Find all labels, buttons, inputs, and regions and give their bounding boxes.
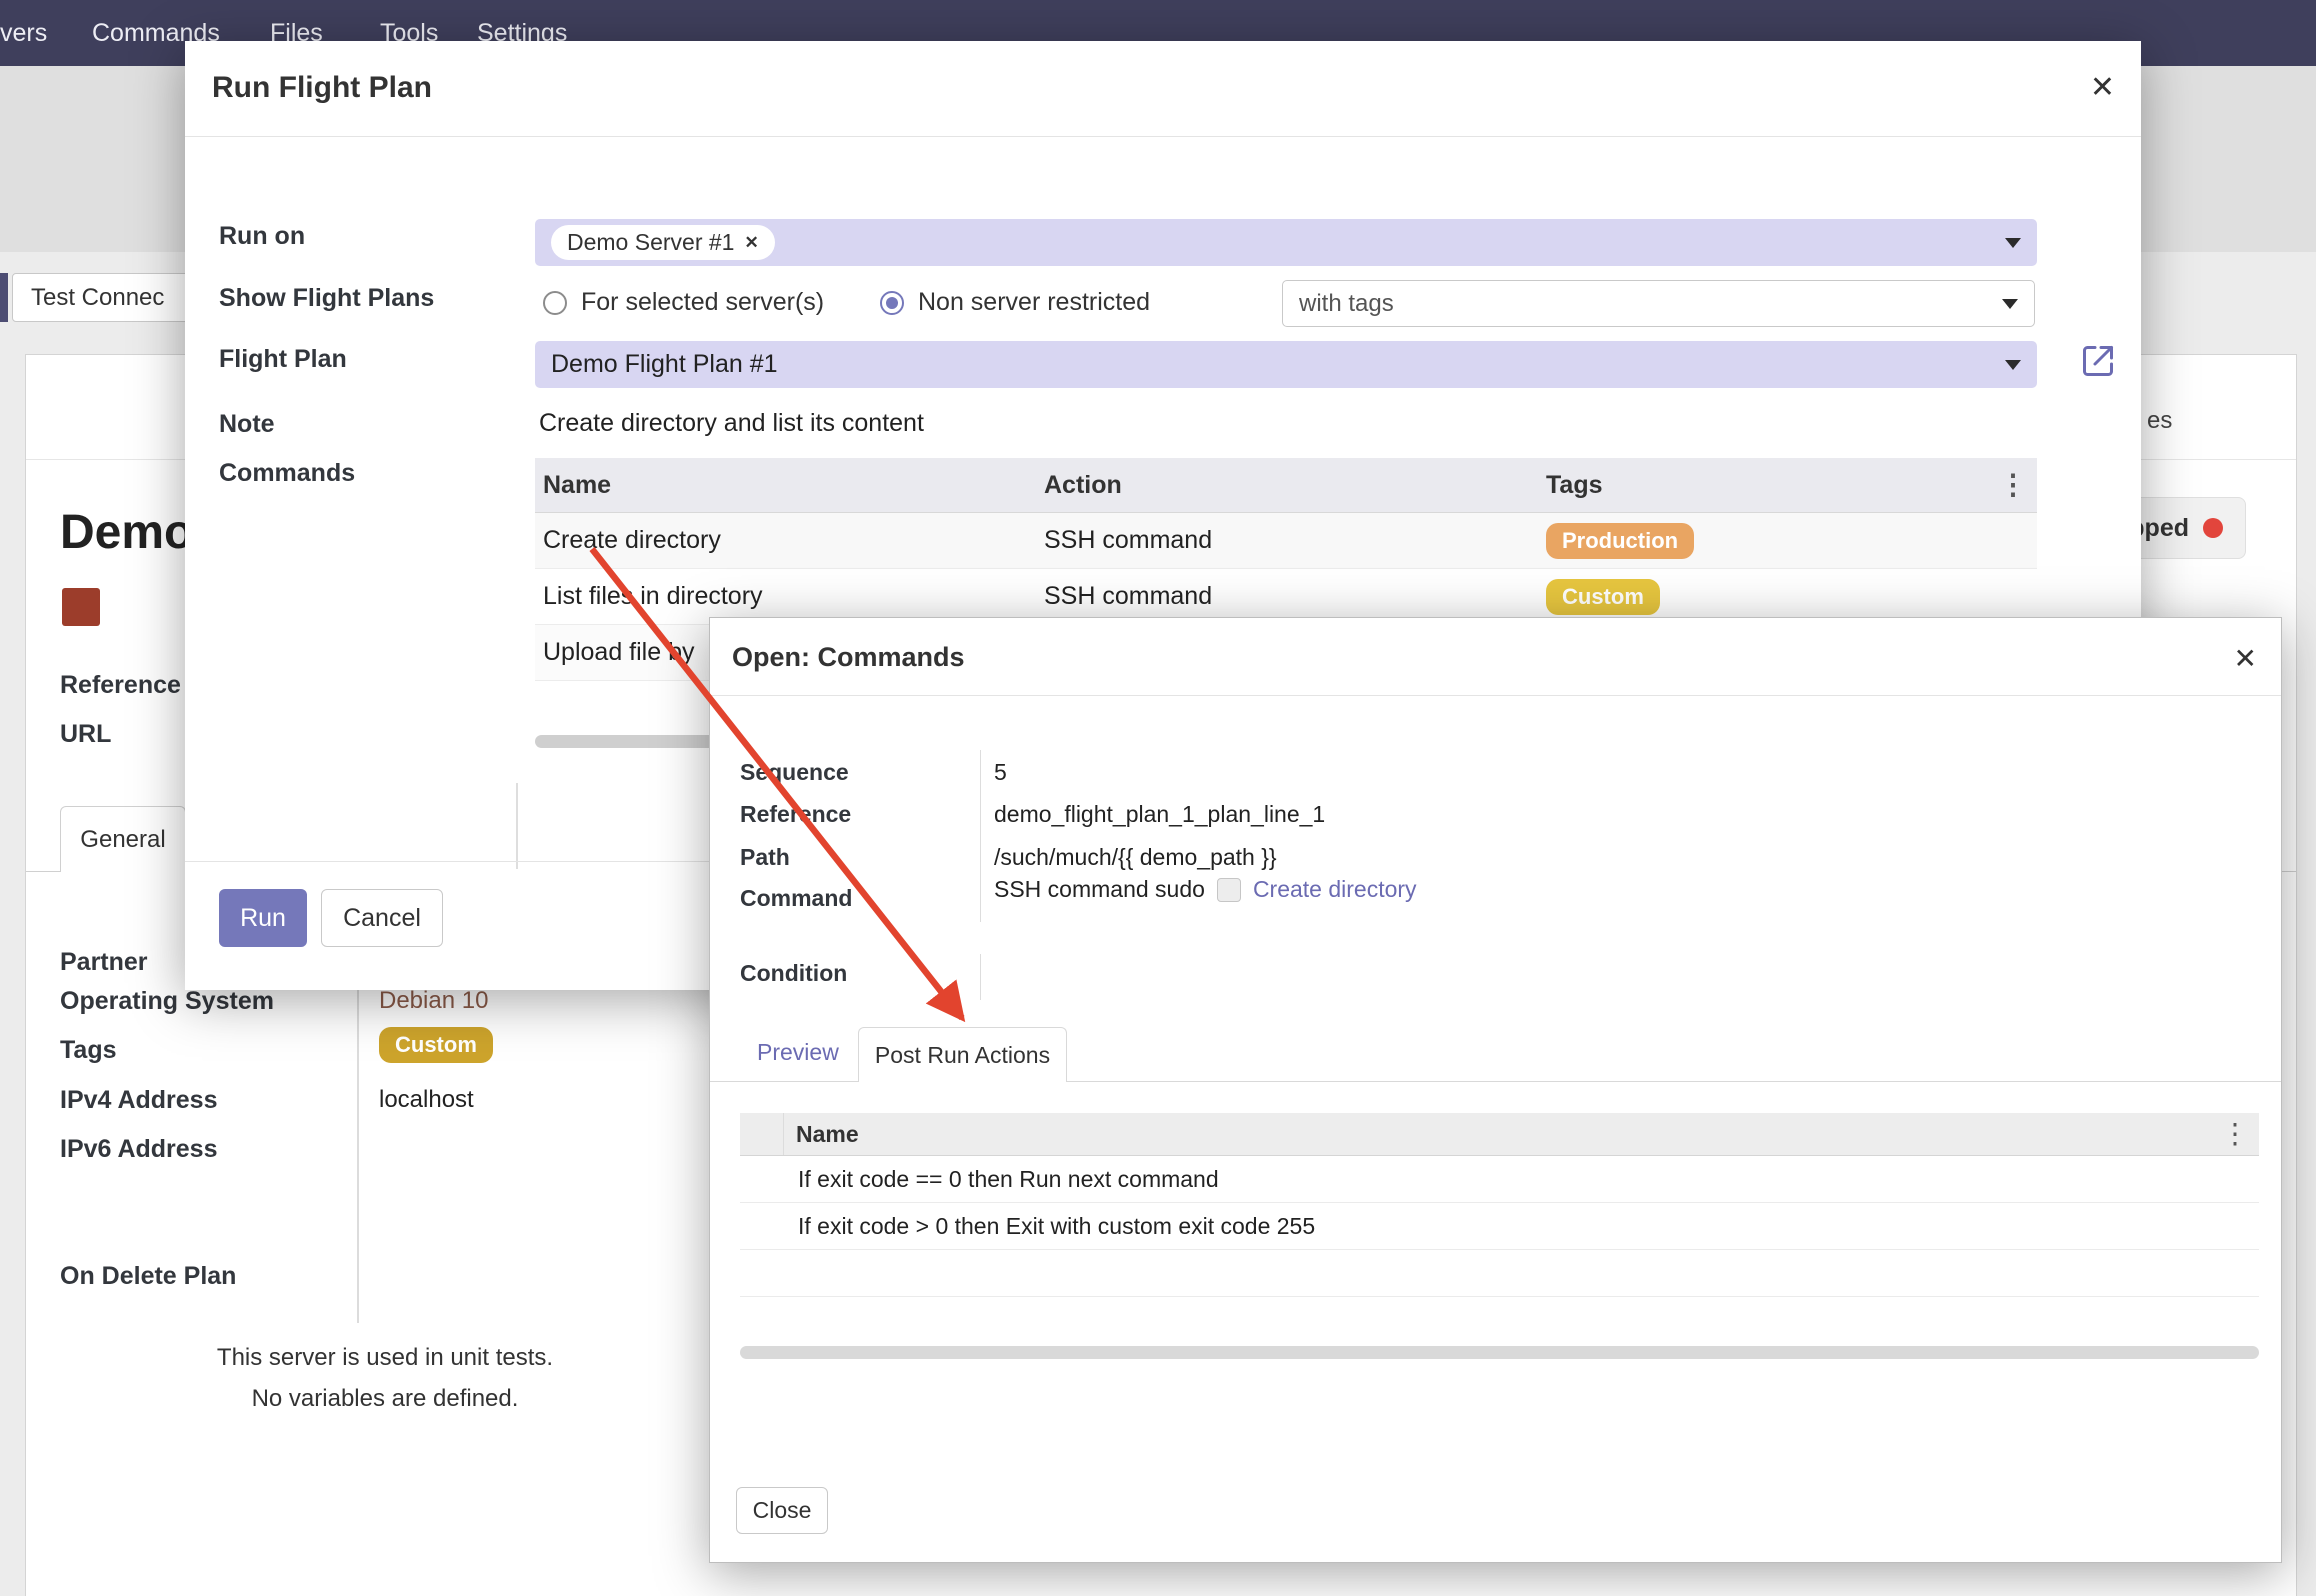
label-note: Note bbox=[219, 410, 275, 439]
col-header-name[interactable]: Name bbox=[784, 1121, 859, 1148]
radio-label-non-server-restricted[interactable]: Non server restricted bbox=[918, 288, 1150, 317]
field-label-operating-system: Operating System bbox=[60, 987, 274, 1016]
label-run-on: Run on bbox=[219, 222, 305, 251]
label-show-flight-plans: Show Flight Plans bbox=[219, 284, 434, 313]
modal-header-divider bbox=[185, 136, 2141, 137]
server-tag-badge[interactable]: Custom bbox=[379, 1027, 493, 1063]
cell-name: Create directory bbox=[535, 526, 1044, 555]
with-tags-select[interactable]: with tags bbox=[1282, 280, 2035, 327]
path-value: /such/much/{{ demo_path }} bbox=[994, 844, 1277, 871]
field-label-url: URL bbox=[60, 720, 111, 749]
cell-action: SSH command bbox=[1044, 582, 1546, 611]
table-row-empty bbox=[740, 1250, 2259, 1297]
field-label-reference: Reference bbox=[60, 671, 181, 700]
flight-plan-description: Create directory and list its content bbox=[539, 409, 924, 438]
screen: vers Commands Files Tools Settings Test … bbox=[0, 0, 2316, 1596]
table-row[interactable]: If exit code == 0 then Run next command bbox=[740, 1156, 2259, 1203]
server-tag-chip-label: Demo Server #1 bbox=[567, 229, 734, 256]
commands-table-header: Name Action Tags ⋮ bbox=[535, 458, 2037, 513]
modal-title: Open: Commands bbox=[732, 642, 965, 673]
command-value-row: SSH command sudo Create directory bbox=[994, 876, 1417, 903]
chevron-down-icon[interactable] bbox=[2002, 299, 2018, 309]
label-condition: Condition bbox=[740, 960, 847, 987]
post-run-actions-table-header: Name ⋮ bbox=[740, 1113, 2259, 1156]
close-icon[interactable]: ✕ bbox=[2090, 73, 2115, 103]
checkbox[interactable] bbox=[1217, 878, 1241, 902]
flight-plan-value: Demo Flight Plan #1 bbox=[551, 350, 778, 379]
radio-label-for-selected-servers[interactable]: For selected server(s) bbox=[581, 288, 824, 317]
table-row[interactable]: If exit code > 0 then Exit with custom e… bbox=[740, 1203, 2259, 1250]
open-commands-modal: Open: Commands ✕ Sequence Reference Path… bbox=[709, 617, 2282, 1563]
tab-preview[interactable]: Preview bbox=[757, 1039, 839, 1066]
cell-name: List files in directory bbox=[535, 582, 1044, 611]
tab-general[interactable]: General bbox=[60, 806, 186, 872]
col-header-tags[interactable]: Tags bbox=[1546, 471, 1999, 500]
label-flight-plan: Flight Plan bbox=[219, 345, 347, 374]
col-header-name[interactable]: Name bbox=[535, 471, 1044, 500]
server-tag-chip[interactable]: Demo Server #1 ✕ bbox=[551, 225, 775, 260]
remove-tag-icon[interactable]: ✕ bbox=[744, 233, 758, 253]
horizontal-scrollbar[interactable] bbox=[740, 1346, 2259, 1359]
cancel-button[interactable]: Cancel bbox=[321, 889, 443, 947]
close-button[interactable]: Close bbox=[736, 1487, 828, 1534]
chevron-down-icon[interactable] bbox=[2005, 360, 2021, 370]
field-label-ipv6: IPv6 Address bbox=[60, 1135, 217, 1164]
with-tags-value: with tags bbox=[1299, 290, 1394, 318]
label-command: Command bbox=[740, 885, 852, 912]
left-scrollbar-stub bbox=[516, 783, 518, 869]
field-label-partner: Partner bbox=[60, 948, 148, 977]
modal-header-divider bbox=[710, 695, 2281, 696]
ipv4-value: localhost bbox=[379, 1086, 474, 1114]
flight-plan-field[interactable]: Demo Flight Plan #1 bbox=[535, 341, 2037, 388]
status-dot-icon bbox=[2203, 518, 2223, 538]
tab-post-run-actions[interactable]: Post Run Actions bbox=[858, 1027, 1067, 1082]
server-notes: This server is used in unit tests. No va… bbox=[26, 1337, 744, 1419]
form-column-divider bbox=[357, 946, 359, 1323]
cell-name: If exit code == 0 then Run next command bbox=[798, 1166, 1219, 1193]
radio-for-selected-servers[interactable] bbox=[543, 291, 567, 315]
kebab-menu-icon[interactable]: ⋮ bbox=[1999, 471, 2037, 499]
modal-title: Run Flight Plan bbox=[212, 71, 432, 105]
label-sequence: Sequence bbox=[740, 759, 849, 786]
clipped-text: es bbox=[2147, 407, 2172, 435]
field-label-tags: Tags bbox=[60, 1036, 117, 1065]
kebab-menu-icon[interactable]: ⋮ bbox=[2221, 1120, 2259, 1148]
close-icon[interactable]: ✕ bbox=[2234, 644, 2257, 674]
table-row[interactable]: Create directory SSH command Production bbox=[535, 513, 2037, 569]
command-value: SSH command sudo bbox=[994, 876, 1205, 903]
create-directory-link[interactable]: Create directory bbox=[1253, 876, 1417, 903]
radio-non-server-restricted[interactable] bbox=[880, 291, 904, 315]
label-commands: Commands bbox=[219, 459, 355, 488]
note-line-1: This server is used in unit tests. bbox=[26, 1337, 744, 1378]
cell-action: SSH command bbox=[1044, 526, 1546, 555]
run-on-field[interactable]: Demo Server #1 ✕ bbox=[535, 219, 2037, 266]
field-label-on-delete-plan: On Delete Plan bbox=[60, 1262, 236, 1291]
select-column-cell bbox=[740, 1113, 784, 1155]
external-link-icon[interactable] bbox=[2080, 343, 2116, 379]
server-color-swatch[interactable] bbox=[62, 588, 100, 626]
col-header-action[interactable]: Action bbox=[1044, 471, 1546, 500]
field-column-divider bbox=[980, 954, 981, 1000]
tag-badge-production: Production bbox=[1546, 523, 1694, 559]
sequence-value: 5 bbox=[994, 759, 1007, 786]
nav-item-servers-partial[interactable]: vers bbox=[0, 0, 47, 66]
field-label-ipv4: IPv4 Address bbox=[60, 1086, 217, 1115]
tag-badge-custom: Custom bbox=[1546, 579, 1660, 615]
operating-system-value-link[interactable]: Debian 10 bbox=[379, 987, 488, 1015]
field-column-divider bbox=[980, 750, 981, 922]
page-title: Demo bbox=[60, 505, 193, 560]
label-path: Path bbox=[740, 844, 790, 871]
reference-value: demo_flight_plan_1_plan_line_1 bbox=[994, 801, 1325, 828]
note-line-2: No variables are defined. bbox=[26, 1378, 744, 1419]
test-connection-button[interactable]: Test Connec bbox=[12, 273, 190, 322]
run-button[interactable]: Run bbox=[219, 889, 307, 947]
cell-name: If exit code > 0 then Exit with custom e… bbox=[798, 1213, 1315, 1240]
clipped-button-sliver[interactable] bbox=[0, 273, 8, 322]
label-reference: Reference bbox=[740, 801, 851, 828]
chevron-down-icon[interactable] bbox=[2005, 238, 2021, 248]
